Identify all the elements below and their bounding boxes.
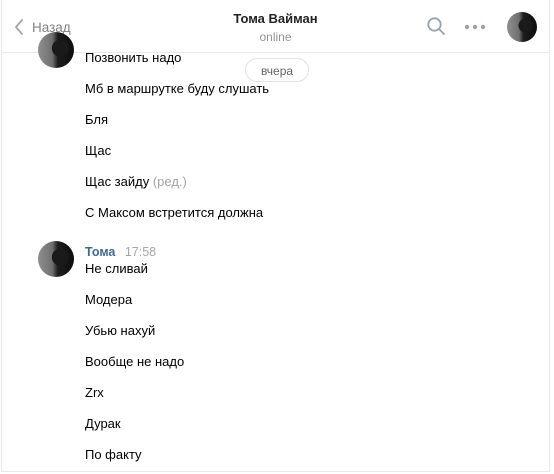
chat-header: Назад Тома Вайман online (2, 0, 549, 53)
message-text: Не сливай (85, 261, 148, 276)
message-text: Zrx (85, 385, 104, 400)
header-avatar[interactable] (507, 12, 537, 42)
message-body: Щас зайду (85, 174, 150, 189)
date-separator: вчера (245, 58, 309, 82)
more-icon[interactable] (464, 24, 486, 30)
search-icon[interactable] (426, 16, 446, 36)
message-text: Щас (85, 143, 112, 158)
message-text: Убью нахуй (85, 323, 156, 338)
avatar-image (38, 32, 74, 68)
online-status: online (259, 30, 292, 44)
message-text: Мб в маршрутке буду слушать (85, 81, 270, 96)
edited-marker[interactable]: (ред.) (153, 174, 187, 189)
avatar-image (507, 12, 537, 42)
message-avatar[interactable] (38, 32, 74, 68)
message-text: По факту (85, 447, 142, 462)
author-name[interactable]: Тома (85, 245, 115, 259)
chat-window: Назад Тома Вайман online вчера Позвонить… (1, 0, 550, 472)
message-time[interactable]: 17:58 (125, 245, 156, 259)
message-text: Щас зайду (ред.) (85, 174, 187, 190)
message-text: С Максом встретится должна (85, 205, 264, 220)
message-text: Бля (85, 112, 109, 127)
message-text: Модера (85, 292, 133, 307)
message-text: Вообще не надо (85, 354, 185, 369)
message-text: Позвонить надо (85, 50, 182, 65)
message-avatar[interactable] (38, 241, 74, 277)
avatar-image (38, 241, 74, 277)
message-author: Тома 17:58 (85, 244, 156, 260)
message-text: Дурак (85, 416, 121, 431)
